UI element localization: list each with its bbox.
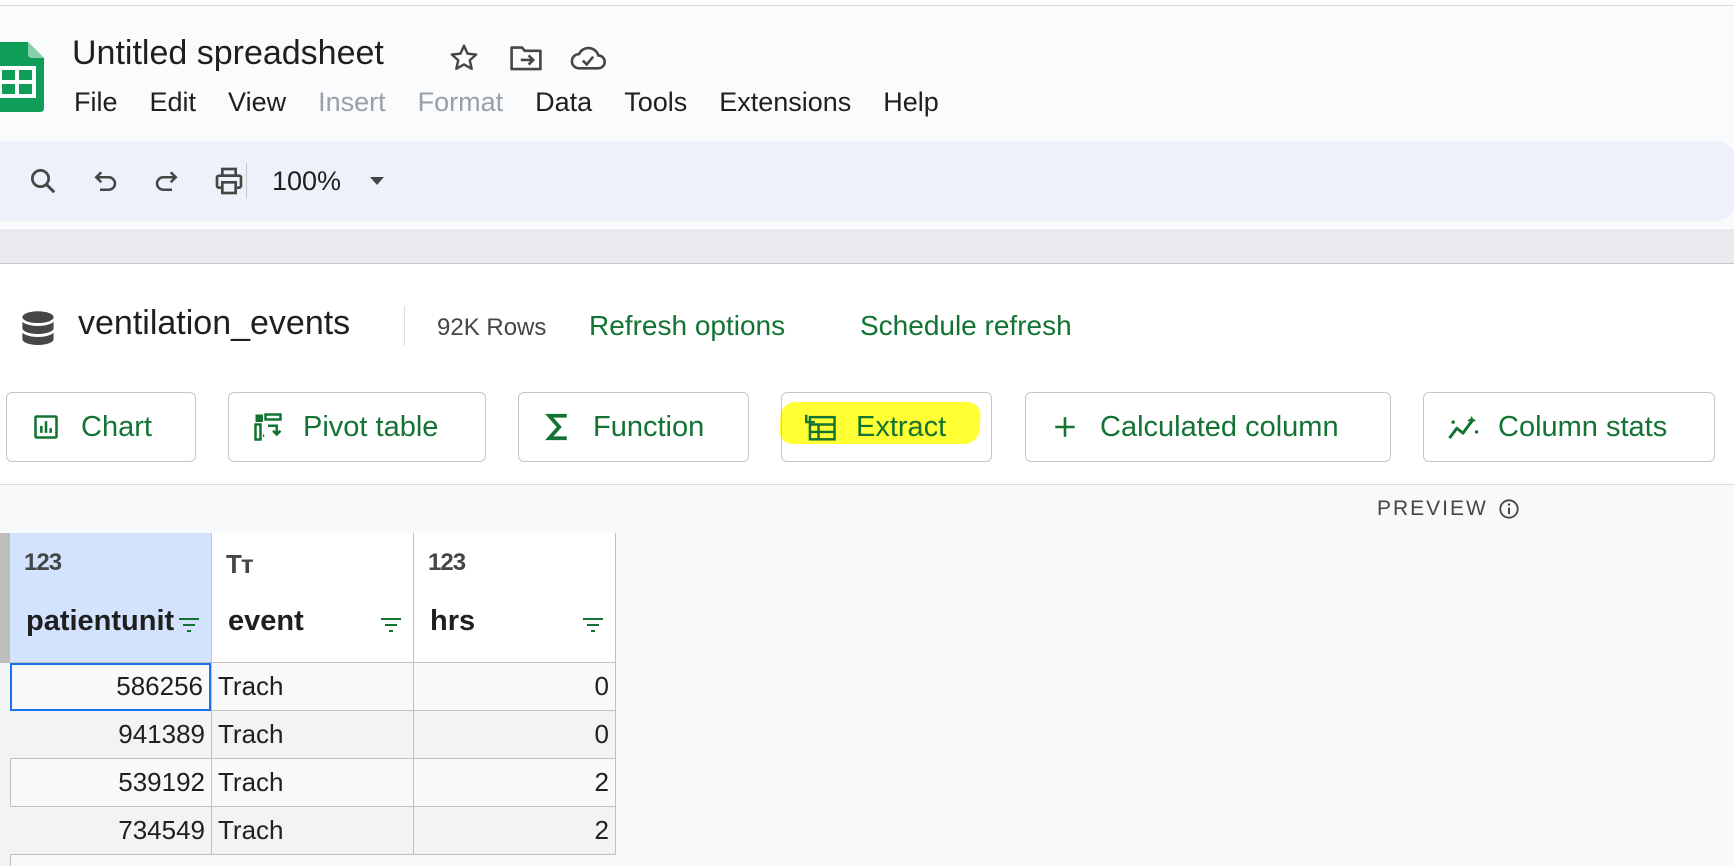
row-count: 92K Rows — [437, 314, 547, 341]
filter-icon[interactable] — [379, 615, 403, 635]
schedule-refresh-link[interactable]: Schedule refresh — [860, 310, 1072, 342]
column-stats-button[interactable]: Column stats — [1423, 392, 1715, 462]
function-button[interactable]: Function — [518, 392, 749, 462]
column-stats-icon — [1446, 410, 1480, 444]
sigma-icon — [541, 410, 575, 444]
column-header[interactable]: Tт event — [212, 533, 413, 663]
menu-insert[interactable]: Insert — [302, 82, 402, 122]
function-button-label: Function — [593, 410, 705, 443]
database-icon — [16, 308, 60, 357]
table-cell[interactable]: 539192 — [10, 759, 211, 807]
menu-help[interactable]: Help — [867, 82, 955, 122]
column-header[interactable]: 123 hrs — [414, 533, 615, 663]
zoom-value: 100% — [272, 165, 342, 196]
column-patientunitstayid: 123 patientunit 586256 941389 539192 734… — [10, 533, 212, 855]
table-cell[interactable]: Trach — [212, 807, 413, 855]
divider — [404, 306, 405, 346]
pivot-table-icon — [251, 410, 285, 444]
search-icon[interactable] — [18, 141, 68, 221]
menu-view[interactable]: View — [212, 82, 302, 122]
cloud-saved-icon[interactable] — [568, 38, 608, 78]
toolbar: 100% — [0, 141, 1734, 221]
table-cell[interactable]: 0 — [414, 663, 615, 711]
preview-label: PREVIEW — [1377, 497, 1488, 520]
formula-bar-collapsed — [0, 229, 1734, 264]
sheets-logo-icon[interactable] — [0, 42, 44, 112]
column-hrs: 123 hrs 0 0 2 2 — [414, 533, 616, 855]
refresh-options-link[interactable]: Refresh options — [589, 310, 785, 342]
table-cell[interactable]: Trach — [212, 759, 413, 807]
filter-icon[interactable] — [177, 615, 201, 635]
chart-icon — [29, 410, 63, 444]
pivot-table-button[interactable]: Pivot table — [228, 392, 486, 462]
chart-button[interactable]: Chart — [6, 392, 196, 462]
filter-icon[interactable] — [581, 615, 605, 635]
document-title[interactable]: Untitled spreadsheet — [72, 34, 384, 73]
text-type-icon: Tт — [226, 549, 254, 579]
column-name: hrs — [430, 605, 476, 637]
menu-bar: File Edit View Insert Format Data Tools … — [58, 82, 955, 122]
extract-button[interactable]: Extract — [781, 392, 992, 462]
table-cell[interactable]: 2 — [414, 807, 615, 855]
menu-tools[interactable]: Tools — [608, 82, 703, 122]
extract-button-label: Extract — [856, 410, 947, 443]
data-source-panel: ventilation_events 92K Rows Refresh opti… — [0, 264, 1734, 484]
calculated-column-button-label: Calculated column — [1100, 410, 1339, 443]
chevron-down-icon — [370, 177, 385, 185]
calculated-column-button[interactable]: Calculated column — [1025, 392, 1391, 462]
table-cell[interactable]: 0 — [414, 711, 615, 759]
number-type-icon: 123 — [24, 549, 62, 576]
table-cell[interactable]: 941389 — [10, 711, 211, 759]
data-source-name: ventilation_events — [78, 304, 351, 342]
zoom-select[interactable]: 100% — [272, 141, 385, 221]
column-name: event — [228, 605, 304, 637]
star-icon[interactable] — [444, 38, 484, 78]
info-icon[interactable] — [1498, 498, 1520, 520]
extract-icon — [804, 410, 838, 444]
table-cell[interactable]: Trach — [212, 663, 413, 711]
data-grid: 123 patientunit 586256 941389 539192 734… — [0, 533, 1734, 866]
redo-icon[interactable] — [142, 141, 192, 221]
toolbar-divider — [246, 163, 247, 199]
undo-icon[interactable] — [80, 141, 130, 221]
plus-icon — [1048, 410, 1082, 444]
column-event: Tт event Trach Trach Trach Trach — [212, 533, 414, 855]
table-cell[interactable]: 586256 — [10, 663, 211, 711]
menu-data[interactable]: Data — [519, 82, 608, 122]
table-cell[interactable]: 734549 — [10, 807, 211, 855]
column-header[interactable]: 123 patientunit — [10, 533, 211, 663]
menu-extensions[interactable]: Extensions — [703, 82, 867, 122]
column-name: patientunit — [26, 605, 175, 637]
number-type-icon: 123 — [428, 549, 466, 576]
menu-format[interactable]: Format — [402, 82, 520, 122]
menu-file[interactable]: File — [58, 82, 134, 122]
table-cell[interactable]: 2 — [414, 759, 615, 807]
menu-edit[interactable]: Edit — [134, 82, 213, 122]
pivot-table-button-label: Pivot table — [303, 410, 439, 443]
table-cell[interactable]: Trach — [212, 711, 413, 759]
chart-button-label: Chart — [81, 410, 152, 443]
column-stats-button-label: Column stats — [1498, 410, 1668, 443]
move-to-folder-icon[interactable] — [506, 38, 546, 78]
preview-bar: PREVIEW — [0, 484, 1734, 534]
app-header: Untitled spreadsheet File Edit View Inse… — [0, 6, 1734, 228]
